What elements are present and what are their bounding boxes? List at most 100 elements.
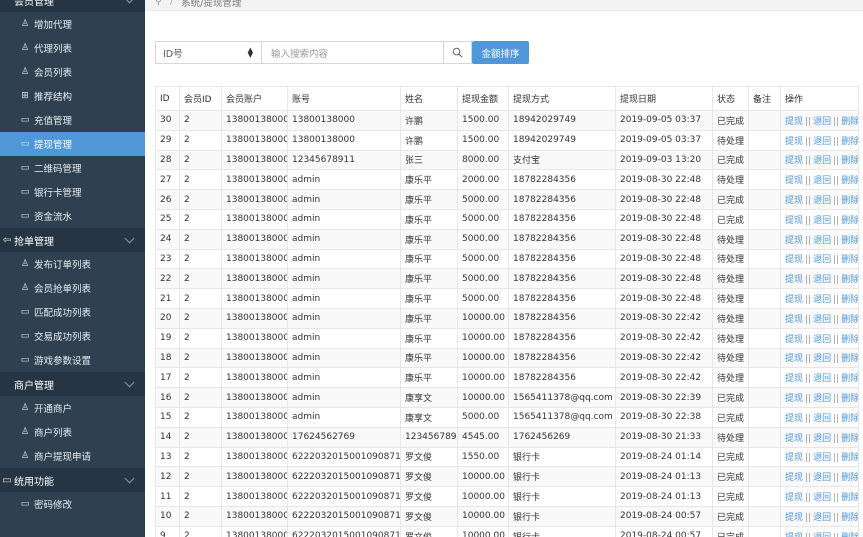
withdraw-link[interactable]: 提现 xyxy=(785,176,803,186)
withdraw-link[interactable]: 提现 xyxy=(785,374,803,384)
withdraw-link[interactable]: 提现 xyxy=(785,216,803,226)
sidebar-item[interactable]: ▭ 交易成功列表 xyxy=(0,324,145,348)
refund-link[interactable]: 退回 xyxy=(813,295,831,305)
sidebar-item[interactable]: ♙ 会员列表 xyxy=(0,60,145,84)
refund-link[interactable]: 退回 xyxy=(813,117,831,127)
sidebar-item[interactable]: ▭ 游戏参数设置 xyxy=(0,348,145,372)
withdraw-link[interactable]: 提现 xyxy=(785,156,803,166)
sidebar-item[interactable]: ▭ 充值管理 xyxy=(0,108,145,132)
refund-link[interactable]: 退回 xyxy=(813,196,831,206)
delete-link[interactable]: 删除 xyxy=(841,335,857,345)
delete-link[interactable]: 删除 xyxy=(841,275,857,285)
refund-link[interactable]: 退回 xyxy=(813,473,831,483)
sidebar-group[interactable]: 商户管理 xyxy=(0,372,145,396)
action-separator: || xyxy=(805,196,812,207)
sidebar-item[interactable]: ♙ 会员抢单列表 xyxy=(0,276,145,300)
withdraw-link[interactable]: 提现 xyxy=(785,335,803,345)
search-input[interactable]: 输入搜索内容 xyxy=(261,41,444,64)
sidebar-item[interactable]: ♙ 开通商户 xyxy=(0,396,145,420)
withdraw-link[interactable]: 提现 xyxy=(785,453,803,463)
search-button[interactable] xyxy=(444,41,472,64)
delete-link[interactable]: 删除 xyxy=(841,434,857,444)
map-pin-icon[interactable]: ⚲ xyxy=(155,0,162,7)
refund-link[interactable]: 退回 xyxy=(813,255,831,265)
refund-link[interactable]: 退回 xyxy=(813,434,831,444)
sidebar-item[interactable]: ▭ 银行卡管理 xyxy=(0,180,145,204)
folder-icon: ▭ xyxy=(20,163,30,173)
sidebar-item[interactable]: ♙ 增加代理 xyxy=(0,12,145,36)
delete-link[interactable]: 删除 xyxy=(841,513,857,523)
withdraw-link[interactable]: 提现 xyxy=(785,414,803,424)
delete-link[interactable]: 删除 xyxy=(841,414,857,424)
refund-link[interactable]: 退回 xyxy=(813,453,831,463)
delete-link[interactable]: 删除 xyxy=(841,493,857,503)
sidebar-item[interactable]: ▭ 匹配成功列表 xyxy=(0,300,145,324)
withdraw-link[interactable]: 提现 xyxy=(785,196,803,206)
withdraw-link[interactable]: 提现 xyxy=(785,434,803,444)
search-field-select[interactable]: ID号 ▲ ▼ xyxy=(155,41,261,64)
sidebar-item[interactable]: ▭ 资金流水 xyxy=(0,204,145,228)
withdraw-link[interactable]: 提现 xyxy=(785,513,803,523)
withdraw-link[interactable]: 提现 xyxy=(785,236,803,246)
delete-link[interactable]: 删除 xyxy=(841,295,857,305)
withdraw-link[interactable]: 提现 xyxy=(785,117,803,127)
delete-link[interactable]: 删除 xyxy=(841,533,857,537)
delete-link[interactable]: 删除 xyxy=(841,156,857,166)
withdraw-link[interactable]: 提现 xyxy=(785,275,803,285)
sidebar-item[interactable]: ⊞ 推荐结构 xyxy=(0,84,145,108)
sidebar-item[interactable]: ♙ 商户提现申请 xyxy=(0,444,145,468)
sidebar-item[interactable]: ▭ 密码修改 xyxy=(0,492,145,516)
delete-link[interactable]: 删除 xyxy=(841,216,857,226)
withdraw-link[interactable]: 提现 xyxy=(785,315,803,325)
withdraw-link[interactable]: 提现 xyxy=(785,137,803,147)
refund-link[interactable]: 退回 xyxy=(813,236,831,246)
sidebar-item[interactable]: ▭ 提现管理 xyxy=(0,132,145,156)
withdraw-link[interactable]: 提现 xyxy=(785,394,803,404)
delete-link[interactable]: 删除 xyxy=(841,473,857,483)
refund-link[interactable]: 退回 xyxy=(813,354,831,364)
refund-link[interactable]: 退回 xyxy=(813,394,831,404)
refund-link[interactable]: 退回 xyxy=(813,176,831,186)
refund-link[interactable]: 退回 xyxy=(813,156,831,166)
sidebar-item[interactable]: ♙ 商户列表 xyxy=(0,420,145,444)
refund-link[interactable]: 退回 xyxy=(813,216,831,226)
sidebar-group[interactable]: ⇦ 抢单管理 xyxy=(0,228,145,252)
delete-link[interactable]: 删除 xyxy=(841,196,857,206)
column-header: 提现方式 xyxy=(508,86,616,111)
refund-link[interactable]: 退回 xyxy=(813,513,831,523)
refund-link[interactable]: 退回 xyxy=(813,414,831,424)
delete-link[interactable]: 删除 xyxy=(841,236,857,246)
delete-link[interactable]: 删除 xyxy=(841,354,857,364)
sidebar-group[interactable]: 会员管理 xyxy=(0,0,145,12)
withdraw-link[interactable]: 提现 xyxy=(785,354,803,364)
delete-link[interactable]: 删除 xyxy=(841,137,857,147)
withdraw-link[interactable]: 提现 xyxy=(785,493,803,503)
sidebar-item[interactable]: ♙ 发布订单列表 xyxy=(0,252,145,276)
refund-link[interactable]: 退回 xyxy=(813,315,831,325)
refund-link[interactable]: 退回 xyxy=(813,374,831,384)
sidebar-item-label: 商户提现申请 xyxy=(34,452,92,463)
delete-link[interactable]: 删除 xyxy=(841,176,857,186)
refund-link[interactable]: 退回 xyxy=(813,275,831,285)
delete-link[interactable]: 删除 xyxy=(841,117,857,127)
sidebar-item[interactable]: ♙ 代理列表 xyxy=(0,36,145,60)
refund-link[interactable]: 退回 xyxy=(813,335,831,345)
withdraw-link[interactable]: 提现 xyxy=(785,255,803,265)
refund-link[interactable]: 退回 xyxy=(813,137,831,147)
breadcrumb-separator: / xyxy=(169,0,174,7)
withdraw-link[interactable]: 提现 xyxy=(785,533,803,537)
refund-link[interactable]: 退回 xyxy=(813,493,831,503)
delete-link[interactable]: 删除 xyxy=(841,315,857,325)
withdraw-link[interactable]: 提现 xyxy=(785,295,803,305)
table-cell: 18782284356 xyxy=(508,248,616,270)
delete-link[interactable]: 删除 xyxy=(841,453,857,463)
table-cell: 2019-08-30 22:48 xyxy=(615,288,713,309)
delete-link[interactable]: 删除 xyxy=(841,374,857,384)
delete-link[interactable]: 删除 xyxy=(841,394,857,404)
sort-by-amount-button[interactable]: 金额排序 xyxy=(472,41,529,64)
delete-link[interactable]: 删除 xyxy=(841,255,857,265)
refund-link[interactable]: 退回 xyxy=(813,533,831,537)
sidebar-group[interactable]: ▭ 统用功能 xyxy=(0,468,145,492)
withdraw-link[interactable]: 提现 xyxy=(785,473,803,483)
sidebar-item[interactable]: ▭ 二维码管理 xyxy=(0,156,145,180)
